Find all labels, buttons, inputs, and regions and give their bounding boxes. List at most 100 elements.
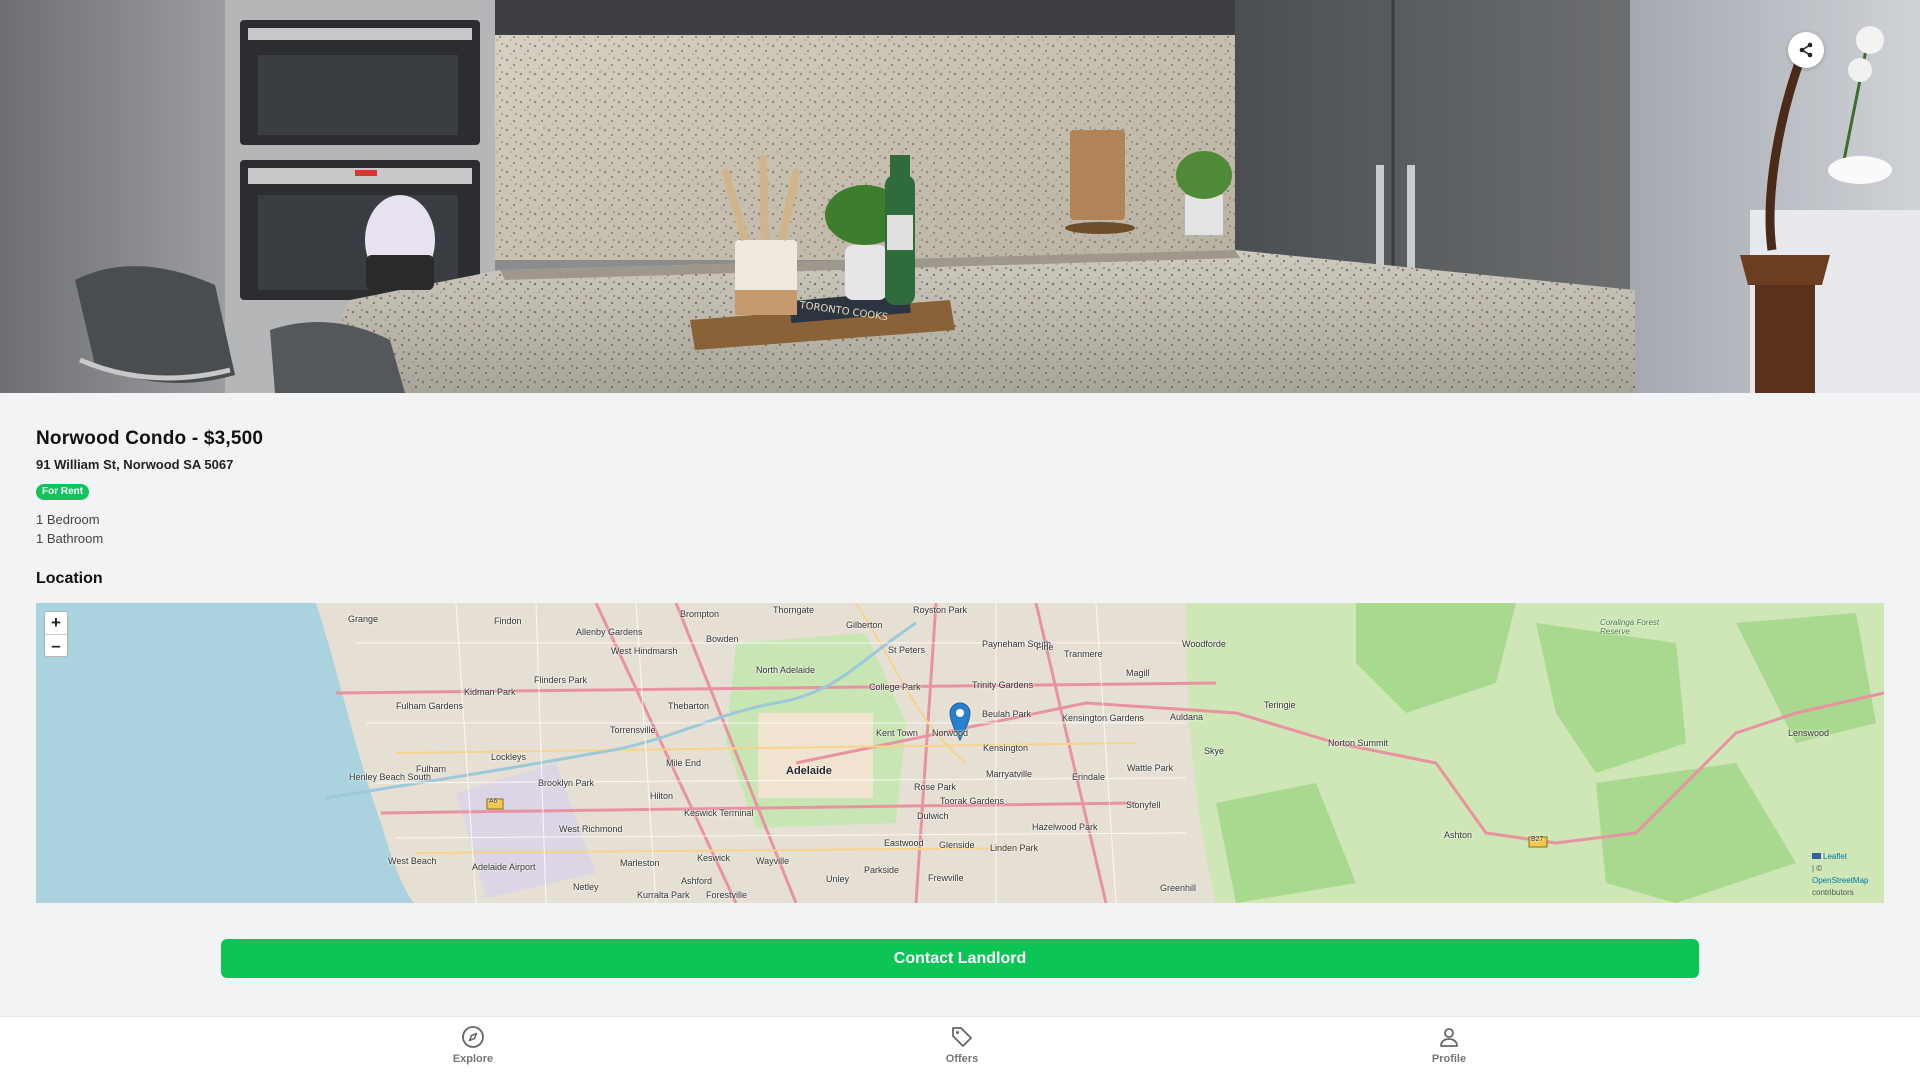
contact-landlord-button[interactable]: Contact Landlord — [221, 939, 1699, 978]
map-label: Adelaide — [786, 765, 832, 777]
map-label: Hazelwood Park — [1032, 822, 1098, 832]
map-label: Ashton — [1444, 830, 1473, 840]
map-label: North Adelaide — [756, 665, 816, 675]
map-label: Lenswood — [1788, 728, 1830, 738]
bathroom-count: 1 Bathroom — [36, 531, 104, 546]
map-label: Lockleys — [491, 752, 527, 762]
map-label: West Beach — [388, 856, 437, 866]
nav-profile-label: Profile — [1431, 1053, 1467, 1065]
nav-profile[interactable]: Profile — [1409, 1025, 1489, 1065]
map-label: Netley — [573, 882, 599, 892]
map-label: Frewville — [928, 873, 964, 883]
map-label: Wayville — [756, 856, 790, 866]
map-label: Unley — [826, 874, 850, 884]
map-label: Skye — [1204, 746, 1225, 756]
share-button[interactable] — [1788, 32, 1824, 68]
zoom-in-button[interactable]: + — [45, 612, 67, 634]
map-label: Kurralta Park — [637, 890, 690, 900]
map-label: Marryatville — [986, 769, 1033, 779]
map-label: Erindale — [1072, 772, 1106, 782]
nav-offers-label: Offers — [945, 1053, 979, 1065]
map-label: Keswick Terminal — [684, 808, 754, 818]
map-label: Adelaide Airport — [472, 862, 536, 872]
nav-explore[interactable]: Explore — [433, 1025, 513, 1065]
map-label: Flinders Park — [534, 675, 588, 685]
tag-icon — [952, 1027, 972, 1047]
zoom-out-button[interactable]: – — [45, 634, 67, 656]
map-label: Parkside — [864, 865, 900, 875]
map-label: Glenside — [939, 840, 975, 850]
share-icon — [1799, 42, 1813, 58]
map-label: Rose Park — [914, 782, 957, 792]
map-label: Mile End — [666, 758, 702, 768]
map-label: Thebarton — [668, 701, 710, 711]
map-label: Henley Beach South — [349, 772, 432, 782]
status-badge: For Rent — [36, 484, 90, 500]
map-label: Allenby Gardens — [576, 627, 643, 637]
map-label: Findon — [494, 616, 522, 626]
map-label: Hilton — [650, 791, 674, 801]
map-label: Ashford — [681, 876, 713, 886]
map-label: Greenhill — [1160, 883, 1197, 893]
map-label: Firle — [1036, 642, 1054, 652]
map-label: Bowden — [706, 634, 739, 644]
map-label: Norwood — [932, 728, 969, 738]
map-label: Fulham Gardens — [396, 701, 464, 711]
map-label: Marleston — [620, 858, 660, 868]
nav-explore-label: Explore — [452, 1053, 494, 1065]
location-map[interactable]: Grange Findon Brompton Thorngate Gilbert… — [36, 603, 1884, 903]
map-zoom-control: + – — [44, 611, 68, 657]
map-label: St Peters — [888, 645, 926, 655]
map-label: Teringie — [1264, 700, 1296, 710]
map-tiles — [36, 603, 1884, 903]
map-label: Toorak Gardens — [940, 796, 1005, 806]
listing-hero-photo: TORONTO COOKS — [0, 0, 1920, 393]
map-label: Brooklyn Park — [538, 778, 595, 788]
bedroom-count: 1 Bedroom — [36, 512, 100, 527]
map-label: Brompton — [680, 609, 720, 619]
map-label: West Richmond — [559, 824, 623, 834]
map-label: Kensington Gardens — [1062, 713, 1145, 723]
map-label: Forestville — [706, 890, 748, 900]
map-label: Keswick — [697, 853, 731, 863]
map-label: West Hindmarsh — [611, 646, 678, 656]
map-label: Kensington — [983, 743, 1029, 753]
listing-address: 91 William St, Norwood SA 5067 — [36, 457, 234, 472]
bottom-navigation: Explore Offers Profile — [0, 1016, 1920, 1080]
map-label: Grange — [348, 614, 379, 624]
map-label: Linden Park — [990, 843, 1039, 853]
location-heading: Location — [36, 570, 103, 587]
map-label: Kidman Park — [464, 687, 516, 697]
map-label: Beulah Park — [982, 709, 1032, 719]
map-label: Royston Park — [913, 605, 968, 615]
road-shield-label: B27 — [1531, 836, 1544, 843]
map-label: Coralinga Forest Reserve — [1600, 618, 1660, 636]
osm-link[interactable]: OpenStreetMap — [1812, 875, 1878, 887]
map-label: Kent Town — [876, 728, 918, 738]
kitchen-photo: TORONTO COOKS — [0, 0, 1920, 393]
flag-icon — [1812, 853, 1821, 859]
user-icon — [1440, 1028, 1458, 1047]
attribution-separator: | © — [1812, 864, 1823, 873]
map-label: Gilberton — [846, 620, 883, 630]
map-attribution: Leaflet | © OpenStreetMap contributors — [1812, 851, 1878, 899]
compass-icon — [462, 1026, 484, 1048]
leaflet-link[interactable]: Leaflet — [1823, 852, 1847, 861]
map-label: Eastwood — [884, 838, 924, 848]
map-label: Thorngate — [773, 605, 815, 615]
map-label: Torrensville — [610, 725, 656, 735]
map-label: Tranmere — [1064, 649, 1103, 659]
listing-title: Norwood Condo - $3,500 — [36, 428, 264, 449]
map-label: Trinity Gardens — [972, 680, 1034, 690]
road-shield-label: A6 — [489, 798, 498, 805]
map-label: Norton Summit — [1328, 738, 1389, 748]
map-label: Wattle Park — [1127, 763, 1174, 773]
map-label: Dulwich — [917, 811, 949, 821]
map-label: Woodforde — [1182, 639, 1226, 649]
map-label: Magill — [1126, 668, 1150, 678]
map-label: College Park — [869, 682, 921, 692]
nav-offers[interactable]: Offers — [922, 1025, 1002, 1065]
attribution-contributors: contributors — [1812, 888, 1854, 897]
map-label: Stonyfell — [1126, 800, 1161, 810]
map-label: Auldana — [1170, 712, 1204, 722]
